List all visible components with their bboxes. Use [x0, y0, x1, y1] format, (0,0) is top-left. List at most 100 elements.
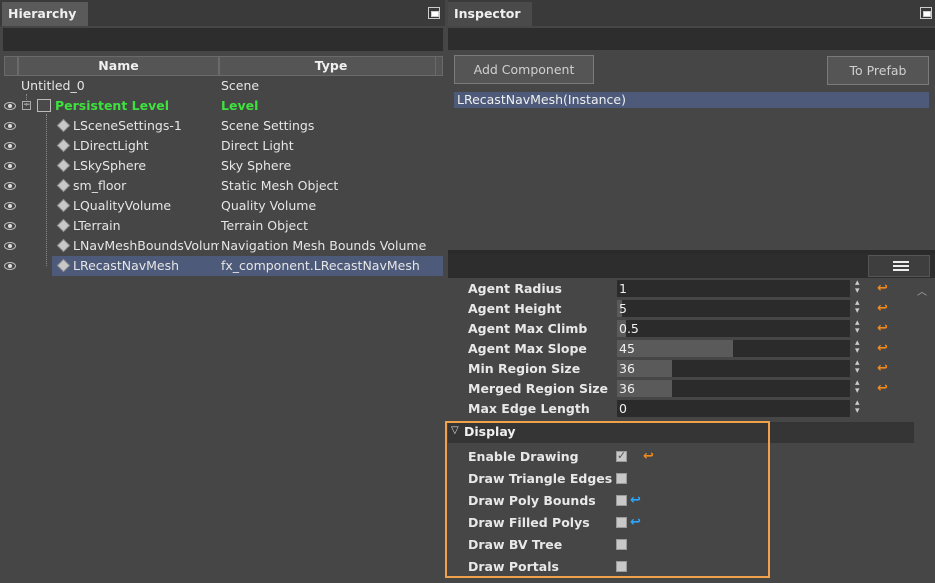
inspector-tab[interactable]: Inspector [448, 2, 532, 26]
property-label: Agent Radius [468, 281, 562, 296]
inspector-header: Inspector [448, 0, 935, 26]
hierarchy-toolbar [3, 28, 443, 51]
visibility-eye-icon[interactable] [4, 162, 16, 170]
reset-arrow-icon[interactable]: ↩ [877, 322, 889, 336]
visibility-eye-icon[interactable] [4, 122, 16, 130]
row-name: sm_floor [73, 178, 127, 193]
row-type: Navigation Mesh Bounds Volume [221, 238, 427, 253]
row-name: LSceneSettings-1 [73, 118, 182, 133]
column-header-left [4, 56, 18, 76]
row-type: Terrain Object [221, 218, 308, 233]
property-label: Agent Height [468, 301, 562, 316]
tree-row-navmesh-bounds[interactable]: LNavMeshBoundsVolume Navigation Mesh Bou… [0, 236, 443, 256]
row-name: Untitled_0 [21, 78, 85, 93]
visibility-eye-icon[interactable] [4, 262, 16, 270]
row-name: LNavMeshBoundsVolume [73, 238, 219, 253]
property-label: Merged Region Size [468, 381, 609, 396]
spinner-icon[interactable] [855, 338, 863, 357]
property-value: 5 [619, 301, 627, 316]
to-prefab-button[interactable]: To Prefab [827, 56, 929, 85]
column-header-name[interactable]: Name [18, 56, 219, 76]
reset-arrow-icon[interactable]: ↩ [877, 282, 889, 296]
visibility-eye-icon[interactable] [4, 142, 16, 150]
row-name: LRecastNavMesh [52, 256, 219, 276]
property-label: Max Edge Length [468, 401, 590, 416]
property-input[interactable]: 36 [617, 360, 850, 377]
tree-row-scene-settings[interactable]: LSceneSettings-1 Scene Settings [0, 116, 443, 136]
property-label: Agent Max Slope [468, 341, 587, 356]
hierarchy-tab[interactable]: Hierarchy [2, 2, 88, 26]
tree-row-sky-sphere[interactable]: LSkySphere Sky Sphere [0, 156, 443, 176]
property-input[interactable]: 1 [617, 280, 850, 297]
spinner-icon[interactable] [855, 358, 863, 377]
row-name: LSkySphere [73, 158, 147, 173]
row-type: Sky Sphere [221, 158, 292, 173]
reset-arrow-icon[interactable]: ↩ [877, 302, 889, 316]
row-type: Static Mesh Object [221, 178, 339, 193]
tree-row-recast-navmesh[interactable]: LRecastNavMesh fx_component.LRecastNavMe… [0, 256, 443, 276]
reset-arrow-icon[interactable]: ↩ [877, 382, 889, 396]
object-cube-icon [56, 118, 71, 133]
property-value: 36 [619, 361, 635, 376]
tree-row-direct-light[interactable]: LDirectLight Direct Light [0, 136, 443, 156]
row-name: Persistent Level [55, 98, 170, 113]
property-input[interactable]: 0 [617, 400, 850, 417]
visibility-eye-icon[interactable] [4, 102, 16, 110]
tree-row-scene[interactable]: Untitled_0 Scene [0, 76, 443, 96]
add-component-button[interactable]: Add Component [454, 55, 594, 84]
property-input[interactable]: 45 [617, 340, 850, 357]
tree-row-sm-floor[interactable]: sm_floor Static Mesh Object [0, 176, 443, 196]
object-cube-icon [56, 238, 71, 253]
tree-row-terrain[interactable]: LTerrain Terrain Object [0, 216, 443, 236]
level-icon [37, 99, 51, 112]
row-name: LDirectLight [73, 138, 149, 153]
spinner-icon[interactable] [855, 278, 863, 297]
tree-row-quality-volume[interactable]: LQualityVolume Quality Volume [0, 196, 443, 216]
spinner-icon[interactable] [855, 378, 863, 397]
row-name: LTerrain [73, 218, 121, 233]
row-type: Scene [221, 78, 260, 93]
column-header-type[interactable]: Type [219, 56, 443, 76]
reset-arrow-icon[interactable]: ↩ [877, 342, 889, 356]
visibility-eye-icon[interactable] [4, 182, 16, 190]
scroll-up-icon[interactable]: ︿ [917, 283, 927, 298]
object-cube-icon [56, 198, 71, 213]
property-label: Agent Max Climb [468, 321, 588, 336]
object-cube-icon [56, 218, 71, 233]
row-type: Level [221, 98, 259, 113]
object-cube-icon [56, 178, 71, 193]
property-input[interactable]: 5 [617, 300, 850, 317]
visibility-eye-icon[interactable] [4, 222, 16, 230]
column-header-right [435, 56, 443, 76]
property-value: 45 [619, 341, 635, 356]
property-value: 0 [619, 401, 627, 416]
visibility-eye-icon[interactable] [4, 242, 16, 250]
property-input[interactable]: 0.5 [617, 320, 850, 337]
property-toolbar [448, 254, 935, 278]
spinner-icon[interactable] [855, 318, 863, 337]
menu-lines-icon[interactable] [868, 255, 930, 277]
object-cube-icon [56, 138, 71, 153]
inspector-pin-icon[interactable] [920, 7, 932, 19]
object-cube-icon [56, 158, 71, 173]
spinner-icon[interactable] [855, 398, 863, 417]
spinner-icon[interactable] [855, 298, 863, 317]
row-type: Quality Volume [221, 198, 317, 213]
visibility-eye-icon[interactable] [4, 202, 16, 210]
row-type: Direct Light [221, 138, 294, 153]
collapse-toggle-icon[interactable]: − [22, 101, 31, 110]
component-instance-item[interactable]: LRecastNavMesh(Instance) [454, 92, 929, 108]
reset-arrow-icon[interactable]: ↩ [877, 362, 889, 376]
property-label: Min Region Size [468, 361, 581, 376]
inspector-toolbar [448, 28, 935, 50]
row-type: Scene Settings [221, 118, 315, 133]
property-value: 1 [619, 281, 627, 296]
hierarchy-pin-icon[interactable] [428, 7, 440, 19]
row-type: fx_component.LRecastNavMesh [219, 256, 443, 276]
display-section-highlight [445, 421, 770, 578]
property-input[interactable]: 36 [617, 380, 850, 397]
tree-row-persistent-level[interactable]: − Persistent Level Level [0, 96, 443, 116]
property-value: 36 [619, 381, 635, 396]
hierarchy-header: Hierarchy [0, 0, 445, 26]
property-value: 0.5 [619, 321, 639, 336]
